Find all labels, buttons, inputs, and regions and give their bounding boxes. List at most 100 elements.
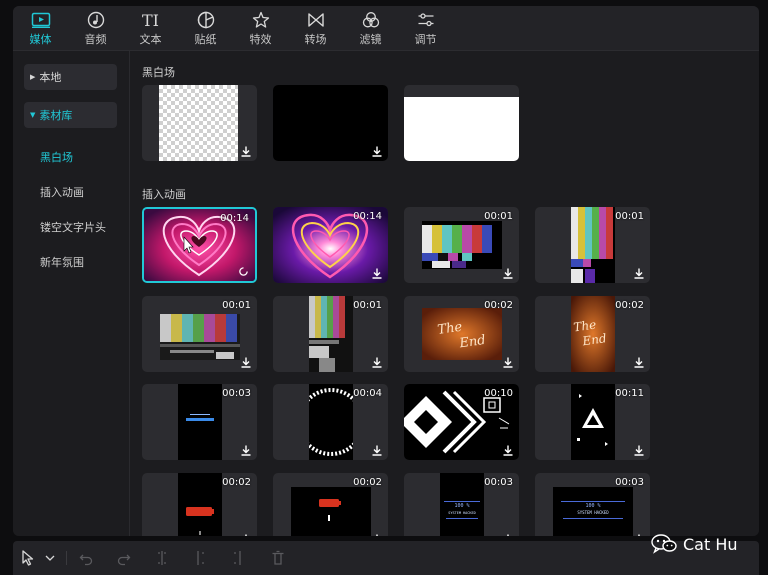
material-card-circle-burst[interactable]: 00:04 <box>273 384 388 460</box>
duration-label: 00:01 <box>484 211 513 222</box>
download-icon[interactable] <box>372 357 382 368</box>
wechat-icon <box>651 534 677 554</box>
tab-sticker[interactable]: 贴纸 <box>178 6 233 51</box>
sidebar-item-new-year[interactable]: 新年氛围 <box>40 254 84 270</box>
tab-transition[interactable]: 转场 <box>288 6 343 51</box>
duration-label: 00:02 <box>222 477 251 488</box>
download-icon[interactable] <box>503 445 513 456</box>
download-icon[interactable] <box>241 146 251 157</box>
tab-filter[interactable]: 滤镜 <box>343 6 398 51</box>
sidebar-library[interactable]: ▼ 素材库 <box>24 102 117 128</box>
circle-burst-preview <box>309 384 353 460</box>
split-right-icon[interactable] <box>231 550 245 566</box>
transition-icon <box>305 10 327 30</box>
audio-icon <box>85 10 107 30</box>
adjust-icon <box>415 10 437 30</box>
media-icon <box>30 10 52 30</box>
hack-label-text: SYSTEM HACKED <box>577 510 609 515</box>
download-icon[interactable] <box>241 445 251 456</box>
loading-bar-preview <box>178 384 222 460</box>
download-icon[interactable] <box>634 268 644 279</box>
tab-text-label: 文本 <box>139 33 162 46</box>
top-toolbar: 媒体 音频 TI 文本 贴纸 特效 转场 滤镜 调节 <box>13 6 759 51</box>
timeline-toolbar <box>13 541 759 575</box>
download-icon[interactable] <box>503 268 513 279</box>
download-icon[interactable] <box>634 534 644 536</box>
tab-text[interactable]: TI 文本 <box>123 6 178 51</box>
sidebar-item-insert-animation[interactable]: 插入动画 <box>40 184 84 200</box>
material-card-the-end-2[interactable]: The End 00:02 <box>535 296 650 372</box>
sticker-icon <box>195 10 217 30</box>
caret-right-icon: ▶ <box>30 73 36 81</box>
hack-percent-text: 100 % <box>585 503 600 509</box>
split-icon[interactable] <box>155 550 169 566</box>
tab-audio[interactable]: 音频 <box>68 6 123 51</box>
undo-icon[interactable] <box>79 550 93 566</box>
duration-label: 00:03 <box>615 477 644 488</box>
the-end-preview: The End <box>571 296 615 372</box>
download-icon[interactable] <box>634 357 644 368</box>
watermark: Cat Hu <box>651 534 738 554</box>
download-icon[interactable] <box>634 445 644 456</box>
download-icon[interactable] <box>372 146 382 157</box>
duration-label: 00:01 <box>222 300 251 311</box>
watermark-text: Cat Hu <box>683 534 738 554</box>
sidebar-local[interactable]: ▶ 本地 <box>24 64 117 90</box>
duration-label: 00:02 <box>484 300 513 311</box>
download-icon[interactable] <box>372 534 382 536</box>
material-card-battery-1[interactable]: 00:02 <box>142 473 257 536</box>
sidebar-local-label: 本地 <box>39 71 62 84</box>
download-icon[interactable] <box>241 357 251 368</box>
download-icon[interactable] <box>241 534 251 536</box>
material-card-color-bars-2[interactable]: 00:01 <box>535 207 650 283</box>
tab-adjust-label: 调节 <box>414 33 437 46</box>
split-left-icon[interactable] <box>193 550 207 566</box>
material-card-system-hacked-2[interactable]: 100 % SYSTEM HACKED 00:03 <box>535 473 650 536</box>
tab-media[interactable]: 媒体 <box>13 6 68 51</box>
hack-label-text: SYSTEM HACKED <box>448 511 475 515</box>
material-card-battery-2[interactable]: 00:02 <box>273 473 388 536</box>
material-card-neon-heart-2[interactable]: 00:14 <box>273 207 388 283</box>
sidebar-item-hollow-text[interactable]: 镂空文字片头 <box>40 219 106 235</box>
tab-adjust[interactable]: 调节 <box>398 6 453 51</box>
color-bars-preview <box>422 221 502 269</box>
the-end-preview: The End <box>422 308 502 360</box>
download-icon[interactable] <box>503 357 513 368</box>
material-card-triangle[interactable]: 00:11 <box>535 384 650 460</box>
filter-icon <box>360 10 382 30</box>
download-icon[interactable] <box>503 534 513 536</box>
material-card-neon-heart[interactable]: 00:14 <box>142 207 257 283</box>
duration-label: 00:01 <box>615 211 644 222</box>
delete-icon[interactable] <box>271 550 285 566</box>
tab-effects-label: 特效 <box>249 33 272 46</box>
select-cursor-icon[interactable] <box>21 550 35 566</box>
hack-percent-text: 100 % <box>454 503 469 509</box>
media-panel: 媒体 音频 TI 文本 贴纸 特效 转场 滤镜 调节 ▶ 本地 ▼ 素材库 黑白… <box>13 6 759 536</box>
black-preview <box>273 85 388 161</box>
material-card-color-bars-3[interactable]: 00:01 <box>142 296 257 372</box>
battery-preview <box>291 487 371 536</box>
loading-icon <box>239 267 248 276</box>
download-icon[interactable] <box>372 445 382 456</box>
material-card-color-bars-4[interactable]: 00:01 <box>273 296 388 372</box>
color-bars-preview <box>571 207 615 283</box>
system-hacked-preview: 100 % SYSTEM HACKED <box>440 473 484 536</box>
redo-icon[interactable] <box>117 550 131 566</box>
category-sidebar: ▶ 本地 ▼ 素材库 黑白场 插入动画 镂空文字片头 新年氛围 <box>13 51 130 536</box>
material-card-color-bars-1[interactable]: 00:01 <box>404 207 519 283</box>
material-card-system-hacked-1[interactable]: 100 % SYSTEM HACKED 00:03 <box>404 473 519 536</box>
material-card-white[interactable] <box>404 85 519 161</box>
material-card-black[interactable] <box>273 85 388 161</box>
tab-filter-label: 滤镜 <box>359 33 382 46</box>
material-card-blue-line[interactable]: 00:03 <box>142 384 257 460</box>
text-icon: TI <box>142 10 159 30</box>
download-icon[interactable] <box>372 268 382 279</box>
sidebar-item-bw[interactable]: 黑白场 <box>40 149 73 165</box>
chevron-down-icon[interactable] <box>43 550 57 566</box>
material-card-transparent[interactable] <box>142 85 257 161</box>
toolbar-divider <box>66 551 67 565</box>
material-card-the-end-1[interactable]: The End 00:02 <box>404 296 519 372</box>
duration-label: 00:03 <box>222 388 251 399</box>
material-card-geometric-diamond[interactable]: 00:10 <box>404 384 519 460</box>
tab-effects[interactable]: 特效 <box>233 6 288 51</box>
